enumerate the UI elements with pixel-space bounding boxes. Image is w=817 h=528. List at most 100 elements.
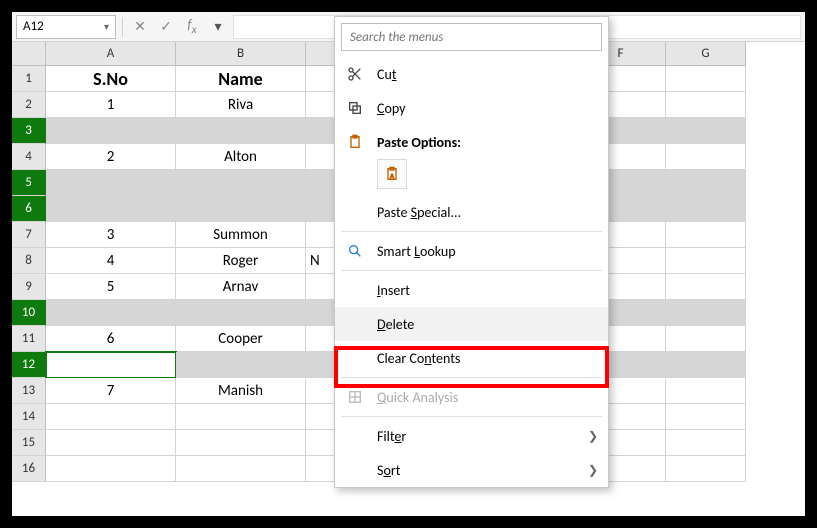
cell-A11[interactable]: 6 xyxy=(46,326,176,352)
separator xyxy=(341,270,602,271)
col-header-B[interactable]: B xyxy=(176,42,306,66)
row-header-4[interactable]: 4 xyxy=(12,144,46,170)
row-header-15[interactable]: 15 xyxy=(12,430,46,456)
row-header-3[interactable]: 3 xyxy=(12,118,46,144)
cell-A5[interactable] xyxy=(46,170,176,196)
cell-G14[interactable] xyxy=(666,404,746,430)
cell-G16[interactable] xyxy=(666,456,746,482)
cell-A1[interactable]: S.No xyxy=(46,66,176,92)
row-header-11[interactable]: 11 xyxy=(12,326,46,352)
cell-B2[interactable]: Riva xyxy=(176,92,306,118)
menu-paste-special[interactable]: Paste Special... xyxy=(335,195,608,229)
cell-G3[interactable] xyxy=(666,118,746,144)
menu-copy[interactable]: Copy xyxy=(335,91,608,125)
cell-A4[interactable]: 2 xyxy=(46,144,176,170)
cell-A12[interactable] xyxy=(46,352,176,378)
cell-B5[interactable] xyxy=(176,170,306,196)
cell-G7[interactable] xyxy=(666,222,746,248)
menu-delete[interactable]: Delete xyxy=(335,307,608,341)
cell-G11[interactable] xyxy=(666,326,746,352)
menu-copy-label: Copy xyxy=(377,100,598,117)
menu-smart-lookup-label: Smart Lookup xyxy=(377,243,598,260)
row-header-1[interactable]: 1 xyxy=(12,66,46,92)
col-header-A[interactable]: A xyxy=(46,42,176,66)
menu-insert-label: Insert xyxy=(377,282,598,299)
row-header-8[interactable]: 8 xyxy=(12,248,46,274)
cell-A7[interactable]: 3 xyxy=(46,222,176,248)
menu-search[interactable] xyxy=(341,23,602,51)
menu-insert[interactable]: Insert xyxy=(335,273,608,307)
menu-sort[interactable]: Sort ❯ xyxy=(335,453,608,487)
cell-B4[interactable]: Alton xyxy=(176,144,306,170)
paste-all-button[interactable]: A xyxy=(377,159,407,189)
cell-A14[interactable] xyxy=(46,404,176,430)
divider xyxy=(122,17,123,37)
cell-A16[interactable] xyxy=(46,456,176,482)
row-header-14[interactable]: 14 xyxy=(12,404,46,430)
menu-quick-analysis-label: Quick Analysis xyxy=(377,389,598,406)
menu-sort-label: Sort xyxy=(377,462,576,479)
chevron-down-icon[interactable]: ▾ xyxy=(104,20,109,33)
cancel-formula-icon[interactable]: ✕ xyxy=(129,16,151,38)
cell-A13[interactable]: 7 xyxy=(46,378,176,404)
dropdown-icon[interactable]: ▾ xyxy=(207,16,229,38)
row-header-9[interactable]: 9 xyxy=(12,274,46,300)
select-all-corner[interactable] xyxy=(12,42,46,66)
menu-cut[interactable]: Cut xyxy=(335,57,608,91)
cell-B16[interactable] xyxy=(176,456,306,482)
name-box-value: A12 xyxy=(23,19,44,34)
accept-formula-icon[interactable]: ✓ xyxy=(155,16,177,38)
cell-A10[interactable] xyxy=(46,300,176,326)
name-box[interactable]: A12 ▾ xyxy=(16,15,116,39)
cell-A3[interactable] xyxy=(46,118,176,144)
menu-search-input[interactable] xyxy=(341,23,602,51)
row-header-13[interactable]: 13 xyxy=(12,378,46,404)
cell-G1[interactable] xyxy=(666,66,746,92)
cell-B7[interactable]: Summon xyxy=(176,222,306,248)
separator xyxy=(341,416,602,417)
menu-clear-contents[interactable]: Clear Contents xyxy=(335,341,608,375)
row-header-5[interactable]: 5 xyxy=(12,170,46,196)
row-header-6[interactable]: 6 xyxy=(12,196,46,222)
chevron-right-icon: ❯ xyxy=(588,463,598,478)
row-header-12[interactable]: 12 xyxy=(12,352,46,378)
cell-B3[interactable] xyxy=(176,118,306,144)
copy-icon xyxy=(345,100,365,116)
cell-B6[interactable] xyxy=(176,196,306,222)
cell-B1[interactable]: Name xyxy=(176,66,306,92)
cell-B9[interactable]: Arnav xyxy=(176,274,306,300)
cell-G9[interactable] xyxy=(666,274,746,300)
cell-G6[interactable] xyxy=(666,196,746,222)
cell-G10[interactable] xyxy=(666,300,746,326)
menu-quick-analysis: Quick Analysis xyxy=(335,380,608,414)
cell-B12[interactable] xyxy=(176,352,306,378)
cell-B8[interactable]: Roger xyxy=(176,248,306,274)
chevron-right-icon: ❯ xyxy=(588,429,598,444)
menu-filter[interactable]: Filter ❯ xyxy=(335,419,608,453)
cell-G8[interactable] xyxy=(666,248,746,274)
menu-smart-lookup[interactable]: Smart Lookup xyxy=(335,234,608,268)
cell-G5[interactable] xyxy=(666,170,746,196)
cell-A2[interactable]: 1 xyxy=(46,92,176,118)
cell-A9[interactable]: 5 xyxy=(46,274,176,300)
row-header-10[interactable]: 10 xyxy=(12,300,46,326)
cell-A8[interactable]: 4 xyxy=(46,248,176,274)
cell-B13[interactable]: Manish xyxy=(176,378,306,404)
cell-G4[interactable] xyxy=(666,144,746,170)
cell-B15[interactable] xyxy=(176,430,306,456)
cell-A6[interactable] xyxy=(46,196,176,222)
cell-G13[interactable] xyxy=(666,378,746,404)
cell-G12[interactable] xyxy=(666,352,746,378)
cell-G2[interactable] xyxy=(666,92,746,118)
col-header-G[interactable]: G xyxy=(666,42,746,66)
cell-B11[interactable]: Cooper xyxy=(176,326,306,352)
cell-B10[interactable] xyxy=(176,300,306,326)
fx-icon[interactable]: fx xyxy=(181,16,203,38)
cell-A15[interactable] xyxy=(46,430,176,456)
cell-G15[interactable] xyxy=(666,430,746,456)
row-header-2[interactable]: 2 xyxy=(12,92,46,118)
separator xyxy=(341,377,602,378)
row-header-16[interactable]: 16 xyxy=(12,456,46,482)
row-header-7[interactable]: 7 xyxy=(12,222,46,248)
cell-B14[interactable] xyxy=(176,404,306,430)
